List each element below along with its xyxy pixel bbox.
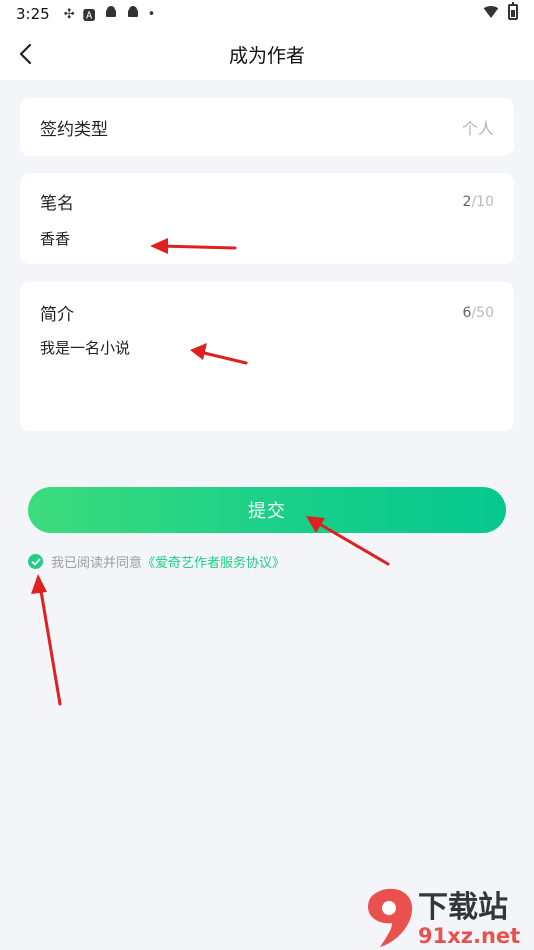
intro-textarea[interactable]: 我是一名小说 [40, 337, 494, 358]
intro-head: 简介 6/50 [40, 300, 494, 326]
pen-name-head: 笔名 2/10 [40, 189, 494, 215]
wifi-icon [482, 6, 500, 18]
intro-counter: 6/50 [463, 305, 494, 321]
agreement-link[interactable]: 《爱奇艺作者服务协议》 [142, 552, 285, 571]
battery-icon [508, 2, 518, 20]
sign-type-value: 个人 [461, 119, 494, 138]
pen-name-label: 笔名 [40, 194, 74, 214]
pen-name-max: /10 [471, 193, 494, 210]
back-button[interactable] [10, 38, 42, 70]
watermark-site: 91xz.net [418, 924, 520, 948]
android-icon [126, 5, 140, 23]
intro-label: 简介 [40, 305, 74, 325]
sign-type-row[interactable]: 签约类型 个人 [20, 98, 514, 156]
intro-max: /50 [471, 304, 494, 321]
dot-icon: • [147, 6, 156, 22]
arrow-checkbox [31, 574, 62, 706]
agreement-row: 我已阅读并同意 《爱奇艺作者服务协议》 [28, 552, 285, 571]
chevron-left-icon [19, 43, 32, 65]
watermark-title: 下载站 [418, 890, 508, 925]
checkmark-icon [31, 558, 40, 565]
app-header: 成为作者 [0, 28, 534, 80]
agreement-checkbox[interactable] [28, 554, 43, 569]
pen-name-counter: 2/10 [463, 194, 494, 210]
status-right [482, 2, 518, 20]
watermark-logo: 下载站 91xz.net [362, 885, 534, 950]
submit-button[interactable]: 提交 [28, 487, 506, 533]
status-time: 3:25 [16, 5, 50, 23]
pen-name-card: 笔名 2/10 香香 [20, 173, 514, 264]
font-icon: 🅰 [82, 8, 96, 24]
status-bar: 3:25 ✣ 🅰 • [0, 0, 534, 28]
pen-name-input[interactable]: 香香 [40, 228, 494, 249]
sign-type-label: 签约类型 [40, 119, 108, 140]
agreement-text: 我已阅读并同意 [51, 556, 143, 571]
page-title: 成为作者 [228, 44, 305, 67]
intro-card: 简介 6/50 我是一名小说 [20, 282, 514, 431]
android-icon [104, 5, 118, 23]
sync-icon: ✣ [63, 6, 75, 22]
